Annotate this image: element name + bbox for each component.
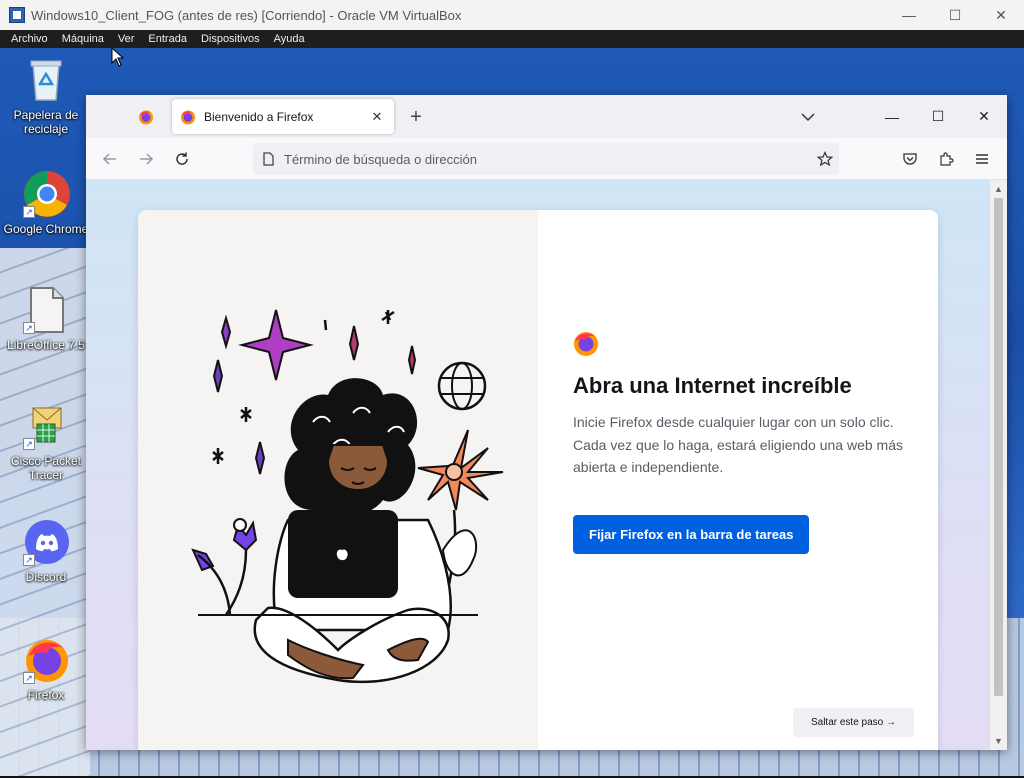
vbox-minimize-button[interactable]: —: [886, 0, 932, 30]
desktop-icon-recycle-bin[interactable]: Papelera de reciclaje: [4, 56, 88, 136]
extensions-button[interactable]: [934, 147, 958, 171]
onboarding-title: Abra una Internet increíble: [573, 373, 852, 398]
desktop-icon-firefox[interactable]: ↗ Firefox: [4, 636, 88, 702]
pin-to-taskbar-button[interactable]: Fijar Firefox en la barra de tareas: [573, 514, 810, 554]
firefox-window: Bienvenido a Firefox ✕ + — ☐ ✕ Término d…: [86, 95, 1007, 750]
packet-tracer-icon: ↗: [23, 402, 69, 450]
shortcut-arrow-icon: ↗: [23, 322, 35, 334]
ff-minimize-button[interactable]: —: [869, 95, 915, 138]
recycle-bin-icon: [23, 56, 69, 104]
menu-archivo[interactable]: Archivo: [4, 33, 55, 45]
puzzle-icon: [940, 152, 954, 166]
desktop-icon-label: Cisco Packet Tracer: [10, 454, 82, 482]
firefox-logo-icon: [574, 332, 598, 356]
vbox-window-title: Windows10_Client_FOG (antes de res) [Cor…: [31, 7, 462, 23]
ff-close-button[interactable]: ✕: [961, 95, 1007, 138]
tab-bienvenido[interactable]: Bienvenido a Firefox ✕: [172, 99, 394, 134]
firefox-navbar: Término de búsqueda o dirección: [86, 138, 1007, 180]
vbox-close-button[interactable]: ✕: [978, 0, 1024, 30]
onboarding-illustration: [138, 210, 538, 750]
menu-maquina[interactable]: Máquina: [55, 33, 111, 45]
virtualbox-icon: [9, 7, 25, 23]
onboarding-card: Abra una Internet increíble Inicie Firef…: [138, 210, 938, 750]
skip-step-button[interactable]: Saltar este paso →: [793, 708, 914, 737]
shortcut-arrow-icon: ↗: [23, 438, 35, 450]
forward-button[interactable]: [134, 147, 158, 171]
menu-dispositivos[interactable]: Dispositivos: [194, 33, 267, 45]
arrow-left-icon: [102, 153, 116, 165]
mouse-cursor-icon: [111, 47, 125, 67]
menu-entrada[interactable]: Entrada: [141, 33, 194, 45]
desktop-icon-libreoffice[interactable]: ↗ LibreOffice 7.5: [4, 286, 88, 352]
page-scrollbar[interactable]: ▲ ▼: [990, 180, 1007, 750]
discord-icon: ↗: [23, 518, 69, 566]
shortcut-arrow-icon: ↗: [23, 554, 35, 566]
new-tab-button[interactable]: +: [404, 105, 428, 129]
hamburger-menu-icon: [976, 154, 988, 164]
reload-button[interactable]: [170, 147, 194, 171]
menu-ayuda[interactable]: Ayuda: [267, 33, 312, 45]
shortcut-arrow-icon: ↗: [23, 672, 35, 684]
desktop-icon-label: Google Chrome: [3, 222, 89, 236]
page-icon: [263, 152, 274, 166]
firefox-window-controls: — ☐ ✕: [869, 95, 1007, 138]
firefox-tabbar: Bienvenido a Firefox ✕ + — ☐ ✕: [86, 95, 1007, 138]
firefox-icon: [181, 110, 195, 124]
star-icon: [817, 151, 833, 167]
firefox-icon: [139, 110, 153, 125]
url-bar[interactable]: Término de búsqueda o dirección: [253, 143, 839, 175]
bookmark-star-button[interactable]: [811, 145, 839, 173]
url-bar-placeholder: Término de búsqueda o dirección: [284, 151, 477, 167]
onboarding-text: Abra una Internet increíble Inicie Firef…: [573, 330, 918, 554]
desktop-icon-discord[interactable]: ↗ Discord: [4, 518, 88, 584]
ff-maximize-button[interactable]: ☐: [915, 95, 961, 138]
vbox-maximize-button[interactable]: ☐: [932, 0, 978, 30]
desktop-icon-chrome[interactable]: ↗ Google Chrome: [4, 170, 88, 236]
page-content: Abra una Internet increíble Inicie Firef…: [86, 180, 990, 750]
desktop-icon-label: LibreOffice 7.5: [7, 338, 85, 352]
tab-pinned-firefox[interactable]: [131, 101, 161, 133]
pocket-icon: [903, 153, 917, 165]
onboarding-subtitle: Inicie Firefox desde cualquier lugar con…: [573, 414, 903, 475]
menu-ver[interactable]: Ver: [111, 33, 142, 45]
shortcut-arrow-icon: ↗: [23, 206, 35, 218]
vbox-menubar: Archivo Máquina Ver Entrada Dispositivos…: [0, 30, 1024, 48]
desktop-icon-label: Discord: [25, 570, 67, 584]
chrome-icon: ↗: [23, 170, 70, 218]
firefox-icon: ↗: [23, 636, 69, 684]
tab-close-button[interactable]: ✕: [368, 109, 386, 125]
tab-title: Bienvenido a Firefox: [204, 109, 314, 124]
chevron-down-icon: [801, 113, 815, 122]
pocket-button[interactable]: [898, 147, 922, 171]
vbox-titlebar: Windows10_Client_FOG (antes de res) [Cor…: [0, 0, 1024, 30]
scroll-down-icon[interactable]: ▼: [990, 733, 1007, 749]
app-menu-button[interactable]: [970, 147, 994, 171]
desktop-icon-packet-tracer[interactable]: ↗ Cisco Packet Tracer: [4, 402, 88, 482]
libreoffice-icon: ↗: [23, 286, 69, 334]
back-button[interactable]: [98, 147, 122, 171]
arrow-right-icon: [140, 153, 154, 165]
scrollbar-thumb[interactable]: [994, 198, 1003, 696]
reload-icon: [176, 152, 188, 165]
scroll-up-icon[interactable]: ▲: [990, 181, 1007, 197]
list-all-tabs-button[interactable]: [798, 107, 818, 127]
desktop-icon-label: Papelera de reciclaje: [13, 108, 79, 136]
desktop-icon-label: Firefox: [27, 688, 65, 702]
vbox-window-controls: — ☐ ✕: [886, 0, 1024, 30]
person-with-laptop-illustration: [191, 309, 504, 684]
